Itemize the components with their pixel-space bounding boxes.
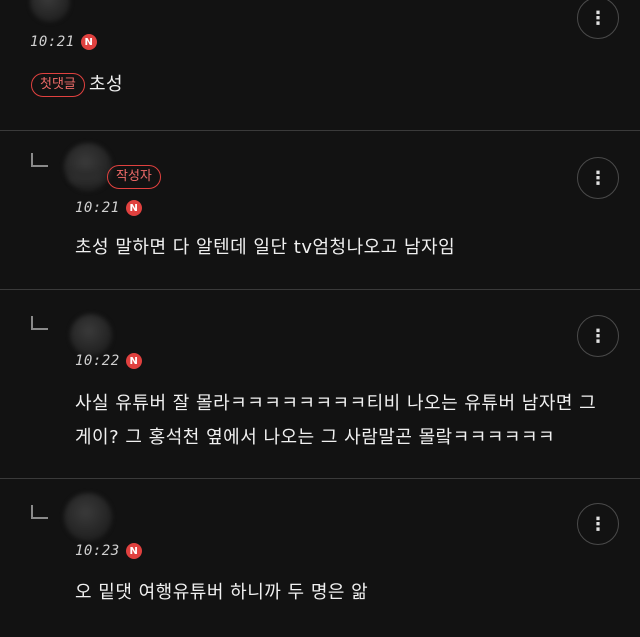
first-comment-badge: 첫댓글 [31, 73, 85, 97]
comment-meta: 10:21 N [75, 200, 142, 216]
more-vertical-icon: ⋮ [589, 167, 607, 189]
comment-3: 10:22 N 사실 유튜버 잘 몰라ㅋㅋㅋㅋㅋㅋㅋㅋ티비 나오는 유튜버 남자… [0, 290, 640, 479]
comment-2: 작성자 10:21 N 초성 말하면 다 알텐데 일단 tv엄청나오고 남자임 … [0, 131, 640, 290]
timestamp: 10:21 [30, 34, 75, 50]
more-options-button[interactable]: ⋮ [577, 503, 619, 545]
more-vertical-icon: ⋮ [589, 513, 607, 535]
comment-text-line-2: 게이? 그 홍석천 옆에서 나오는 그 사람말곤 몰랔ㅋㅋㅋㅋㅋㅋ [75, 427, 556, 448]
new-badge: N [125, 543, 142, 559]
author-badge: 작성자 [107, 165, 161, 189]
avatar[interactable] [64, 143, 112, 191]
comment-1: 10:21 N 첫댓글 초성 ⋮ [0, 0, 640, 131]
nickname-blurred[interactable] [70, 172, 102, 182]
reply-arrow-icon [31, 316, 48, 330]
avatar[interactable] [30, 0, 70, 22]
avatar[interactable] [64, 493, 112, 541]
timestamp: 10:21 [75, 200, 120, 216]
new-badge: N [80, 34, 97, 50]
comment-meta: 10:23 N [75, 543, 142, 559]
timestamp: 10:22 [75, 353, 120, 369]
avatar[interactable] [70, 314, 112, 356]
comment-meta: 10:22 N [75, 353, 142, 369]
more-vertical-icon: ⋮ [589, 7, 607, 29]
new-badge: N [125, 200, 142, 216]
comment-4: 10:23 N 오 밑댓 여행유튜버 하니까 두 명은 앎 ⋮ [0, 479, 640, 637]
new-badge: N [125, 353, 142, 369]
more-options-button[interactable]: ⋮ [577, 157, 619, 199]
comment-text: 초성 말하면 다 알텐데 일단 tv엄청나오고 남자임 [75, 237, 456, 258]
more-options-button[interactable]: ⋮ [577, 0, 619, 39]
comment-text-line-1: 사실 유튜버 잘 몰라ㅋㅋㅋㅋㅋㅋㅋㅋ티비 나오는 유튜버 남자면 그 [75, 393, 597, 414]
more-vertical-icon: ⋮ [589, 325, 607, 347]
timestamp: 10:23 [75, 543, 120, 559]
comment-meta: 10:21 N [30, 34, 97, 50]
reply-arrow-icon [31, 505, 48, 519]
more-options-button[interactable]: ⋮ [577, 315, 619, 357]
comment-text: 오 밑댓 여행유튜버 하니까 두 명은 앎 [75, 582, 369, 603]
reply-arrow-icon [31, 153, 48, 167]
comment-text: 초성 [89, 74, 124, 95]
